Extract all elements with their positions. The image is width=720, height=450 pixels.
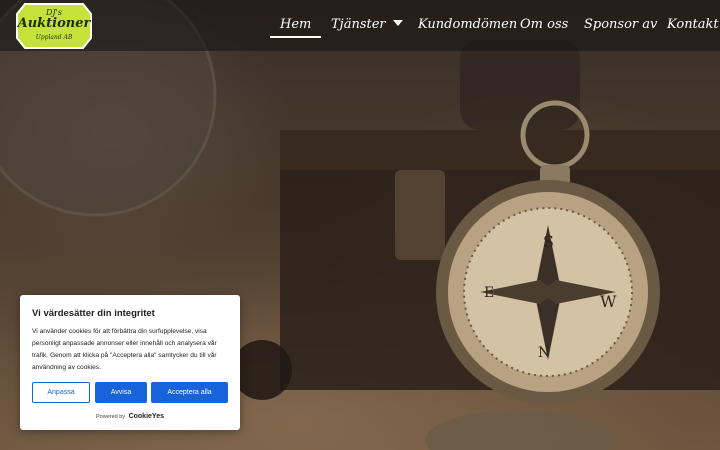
cookie-description: Vi använder cookies för att förbättra di… — [32, 328, 217, 371]
cookieyes-logo[interactable]: CookieYes — [129, 413, 164, 420]
reject-button[interactable]: Avvisa — [95, 382, 147, 403]
nav-item-kontakt[interactable]: Kontakt — [667, 17, 719, 37]
nav-item-label: Sponsor av — [584, 17, 658, 32]
nav-item-tjanster[interactable]: Tjänster — [331, 17, 403, 37]
svg-text:S: S — [543, 232, 554, 251]
logo-name: Auktioner — [17, 16, 91, 31]
nav-item-label: Tjänster — [331, 17, 386, 32]
svg-text:W: W — [600, 292, 617, 311]
svg-text:N: N — [538, 345, 550, 361]
chevron-down-icon — [392, 20, 403, 26]
powered-by-label: Powered by — [96, 414, 126, 420]
nav-item-label: Hem — [280, 17, 312, 32]
nav-item-label: Kundomdömen — [418, 17, 518, 32]
nav-item-sponsor-av[interactable]: Sponsor av — [584, 17, 657, 37]
nav-item-kundomdomen[interactable]: Kundomdömen — [418, 17, 517, 37]
powered-by: Powered by CookieYes — [20, 413, 240, 420]
customize-button[interactable]: Anpassa — [32, 382, 90, 403]
accept-all-button[interactable]: Acceptera alla — [151, 382, 228, 403]
site-header: DJ's Auktioner Uppland AB Hem Tjänster K… — [0, 0, 720, 51]
svg-text:E: E — [484, 285, 494, 301]
nav-item-label: Kontakt — [667, 17, 719, 32]
nav-item-hem[interactable]: Hem — [269, 17, 322, 38]
nav-item-label: Om oss — [520, 17, 569, 32]
cookie-consent-banner: Vi värdesätter din integritet Vi använde… — [20, 295, 240, 430]
logo-subtitle: Uppland AB — [35, 34, 73, 41]
nav-item-om-oss[interactable]: Om oss — [520, 17, 568, 37]
brand-logo[interactable]: DJ's Auktioner Uppland AB — [15, 2, 93, 50]
cookie-title: Vi värdesätter din integritet — [32, 308, 155, 319]
